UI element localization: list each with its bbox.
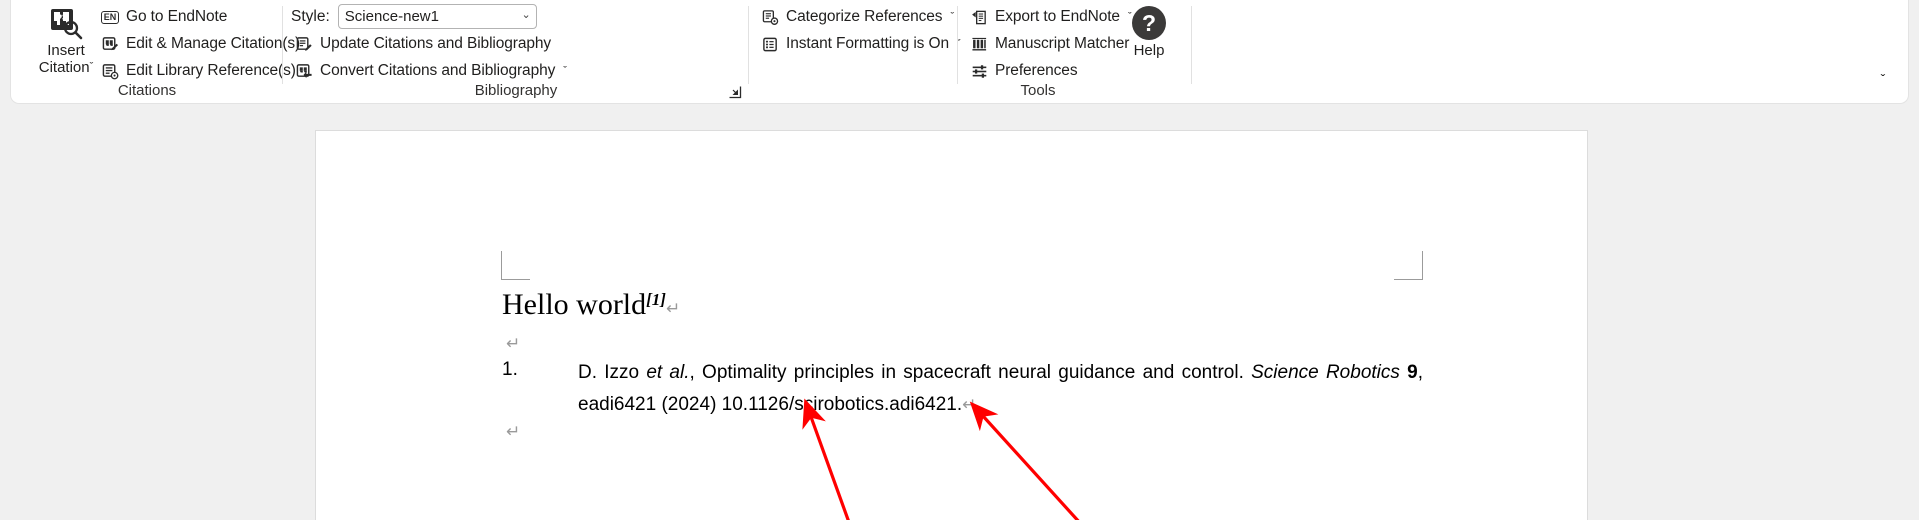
preferences-icon (970, 62, 988, 80)
margin-marker-top-left (501, 251, 530, 280)
export-to-endnote-icon (970, 8, 988, 26)
reference-journal: Science Robotics (1251, 362, 1400, 383)
ribbon-group-bibliography: Style: Science-new1 ⌄ Update Citations a… (283, 0, 749, 104)
document-page[interactable]: Hello world[1]↵ ↵ 1. D. Izzo et al., Opt… (315, 130, 1588, 520)
chevron-down-icon[interactable]: ˇ (563, 65, 567, 77)
ribbon-group-citations: ” Insert Citationˇ EN Go to EndNote Edit… (11, 0, 300, 104)
convert-bibliography-icon (295, 62, 313, 80)
instant-formatting-label: Instant Formatting is On (786, 35, 949, 52)
document-heading: Hello world[1]↵ (502, 288, 680, 322)
instant-formatting-button[interactable]: Instant Formatting is On ˇ (757, 32, 965, 56)
endnote-ribbon: ” Insert Citationˇ EN Go to EndNote Edit… (10, 0, 1909, 104)
paragraph-mark-icon: ↵ (506, 334, 521, 353)
group-label-citations: Citations (117, 82, 177, 99)
style-select[interactable]: Science-new1 ⌄ (337, 4, 537, 29)
chevron-down-icon[interactable]: ˇ (90, 61, 94, 73)
document-heading-text: Hello world (502, 288, 647, 321)
reference-title: , Optimality principles in spacecraft ne… (689, 362, 1252, 383)
categorize-references-button[interactable]: Categorize References ˇ (757, 5, 958, 29)
instant-formatting-icon (761, 35, 779, 53)
convert-citations-bibliography-button[interactable]: Convert Citations and Bibliography ˇ (291, 59, 571, 83)
edit-library-references-label: Edit Library Reference(s) (126, 62, 296, 79)
manuscript-matcher-button[interactable]: Manuscript Matcher (966, 32, 1133, 56)
edit-manage-citations-label: Edit & Manage Citation(s) (126, 35, 301, 52)
update-bibliography-icon (295, 35, 313, 53)
go-to-endnote-button[interactable]: EN Go to EndNote (97, 5, 231, 29)
paragraph-mark-icon: ↵ (665, 299, 681, 318)
manuscript-matcher-label: Manuscript Matcher (995, 35, 1130, 52)
reference-etal: et al. (646, 362, 690, 383)
manuscript-matcher-icon (970, 35, 988, 53)
help-label: Help (1133, 42, 1165, 59)
document-canvas[interactable]: Hello world[1]↵ ↵ 1. D. Izzo et al., Opt… (0, 104, 1919, 520)
update-citations-bibliography-button[interactable]: Update Citations and Bibliography (291, 32, 555, 56)
margin-marker-top-right (1394, 251, 1423, 280)
endnote-word-addin-screen: ” Insert Citationˇ EN Go to EndNote Edit… (0, 0, 1919, 520)
group-separator (1191, 6, 1192, 84)
citation-marker[interactable]: [1] (646, 290, 666, 309)
help-button[interactable]: ? Help (1121, 2, 1177, 72)
paragraph-mark-icon: ↵ (962, 395, 977, 414)
export-to-endnote-button[interactable]: Export to EndNote ˇ (966, 5, 1136, 29)
preferences-label: Preferences (995, 62, 1078, 79)
preferences-button[interactable]: Preferences (966, 59, 1081, 83)
reference-author: D. Izzo (578, 362, 647, 383)
update-citations-bibliography-label: Update Citations and Bibliography (320, 35, 552, 52)
convert-citations-bibliography-label: Convert Citations and Bibliography (320, 62, 556, 79)
reference-number: 1. (502, 359, 518, 380)
chevron-down-icon[interactable]: ⌄ (522, 8, 531, 21)
group-label-tools: Tools (1020, 82, 1056, 99)
style-picker-row: Style: Science-new1 ⌄ (291, 4, 537, 29)
ribbon-collapse-button[interactable]: ˇ (1872, 71, 1894, 91)
ribbon-group-bibliography-options: Categorize References ˇ Instant Formatti… (749, 0, 961, 104)
edit-library-reference-icon (101, 62, 119, 80)
export-to-endnote-label: Export to EndNote (995, 8, 1120, 25)
edit-library-references-button[interactable]: Edit Library Reference(s) (97, 59, 300, 83)
paragraph-mark-icon: ↵ (506, 422, 521, 441)
edit-citation-icon (101, 35, 119, 53)
go-to-endnote-label: Go to EndNote (126, 8, 228, 25)
reference-volume: 9 (1407, 362, 1418, 383)
style-select-value: Science-new1 (344, 8, 439, 25)
help-icon: ? (1132, 6, 1166, 40)
reference-entry[interactable]: D. Izzo et al., Optimality principles in… (578, 357, 1423, 421)
categorize-references-label: Categorize References (786, 8, 943, 25)
insert-citation-label-line2: Citation (38, 59, 90, 76)
edit-manage-citations-button[interactable]: Edit & Manage Citation(s) (97, 32, 304, 56)
chevron-down-icon[interactable]: ˇ (950, 11, 954, 23)
categorize-references-icon (761, 8, 779, 26)
style-label: Style: (291, 7, 330, 25)
group-label-bibliography: Bibliography (474, 82, 558, 99)
insert-citation-icon: ” (48, 7, 84, 41)
endnote-badge-icon: EN (100, 8, 120, 26)
